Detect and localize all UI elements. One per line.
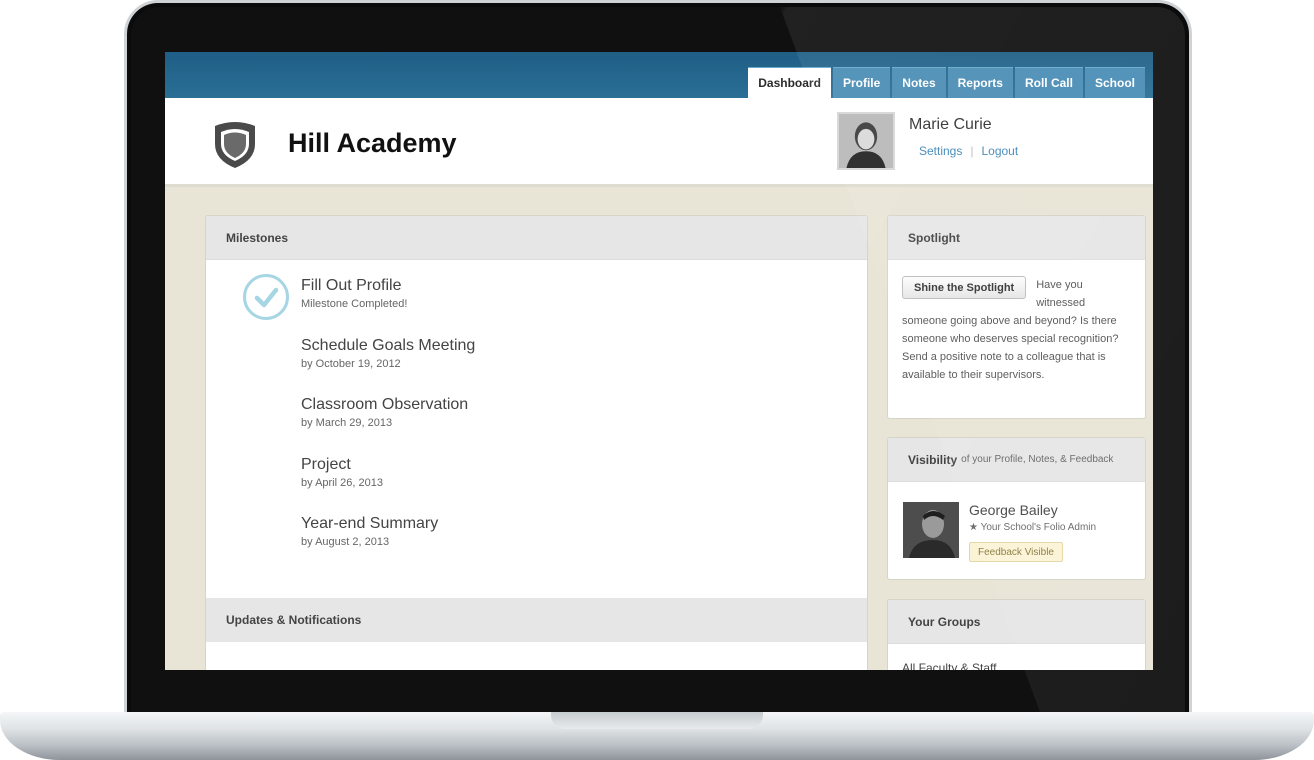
milestone-status: Milestone Completed! [301,298,408,310]
milestone-due-date: by October 19, 2012 [301,357,401,370]
milestone-item[interactable]: Schedule Goals Meeting by October 19, 20… [301,337,475,397]
milestone-item[interactable]: Fill Out Profile Milestone Completed! [301,277,475,337]
tab-profile[interactable]: Profile [832,67,891,98]
tab-school[interactable]: School [1084,67,1145,98]
group-item[interactable]: All Faculty & Staff [888,644,1145,670]
milestone-item[interactable]: Year-end Summary by August 2, 2013 [301,515,475,575]
spotlight-title: Spotlight [888,216,1145,260]
link-separator: | [970,144,974,158]
avatar[interactable] [903,502,959,558]
milestone-due-date: by August 2, 2013 [301,536,390,548]
milestone-list: Fill Out Profile Milestone Completed! Sc… [301,277,475,575]
shield-icon [215,122,255,168]
spotlight-panel: Spotlight Shine the Spotlight Have you w… [887,215,1146,419]
user-name: Marie Curie [909,116,992,133]
user-links: Settings | Logout [919,144,1018,158]
tab-notes[interactable]: Notes [892,67,946,98]
milestone-title: Fill Out Profile [301,277,402,294]
visibility-person-name: George Bailey [969,502,1058,518]
laptop-notch [551,712,763,729]
tab-reports[interactable]: Reports [947,67,1013,98]
check-circle [243,274,289,320]
milestone-title: Classroom Observation [301,396,469,413]
avatar[interactable] [837,112,895,170]
shine-spotlight-button[interactable]: Shine the Spotlight [902,276,1027,299]
logout-link[interactable]: Logout [981,144,1018,158]
milestones-title: Milestones [206,216,867,260]
milestone-due-date: by April 26, 2013 [301,476,383,489]
milestone-title: Schedule Goals Meeting [301,336,476,354]
milestone-due-date: by March 29, 2013 [301,417,393,429]
milestone-item[interactable]: Classroom Observation by March 29, 2013 [301,396,475,456]
visibility-subtitle: of your Profile, Notes, & Feedback [961,454,1114,465]
top-nav-bar: Dashboard Profile Notes Reports Roll Cal… [165,52,1153,98]
milestone-title: Project [301,455,351,473]
tab-dashboard[interactable]: Dashboard [748,67,831,98]
milestones-panel: Milestones Fill Out Profile Milestone Co… [205,215,868,670]
app-screen: Dashboard Profile Notes Reports Roll Cal… [165,52,1153,670]
settings-link[interactable]: Settings [919,144,962,158]
check-icon [254,287,279,308]
visibility-panel: Visibility of your Profile, Notes, & Fee… [887,437,1146,580]
milestone-title: Year-end Summary [301,515,439,532]
milestone-item[interactable]: Project by April 26, 2013 [301,456,475,516]
nav-tabs: Dashboard Profile Notes Reports Roll Cal… [748,67,1145,98]
tab-roll-call[interactable]: Roll Call [1014,67,1083,98]
school-name: Hill Academy [288,128,457,158]
page-header: Hill Academy Marie Curie Settings | Logo… [165,98,1153,187]
groups-title: Your Groups [888,600,1145,644]
visibility-person-role: ★ Your School's Folio Admin [969,522,1097,533]
groups-panel: Your Groups All Faculty & Staff [887,599,1146,670]
feedback-visible-badge: Feedback Visible [969,542,1063,562]
visibility-title: Visibility [908,452,958,467]
spotlight-body: Shine the Spotlight Have you witnessed s… [888,260,1145,400]
updates-title: Updates & Notifications [206,598,867,642]
visibility-header: Visibility of your Profile, Notes, & Fee… [888,438,1145,482]
